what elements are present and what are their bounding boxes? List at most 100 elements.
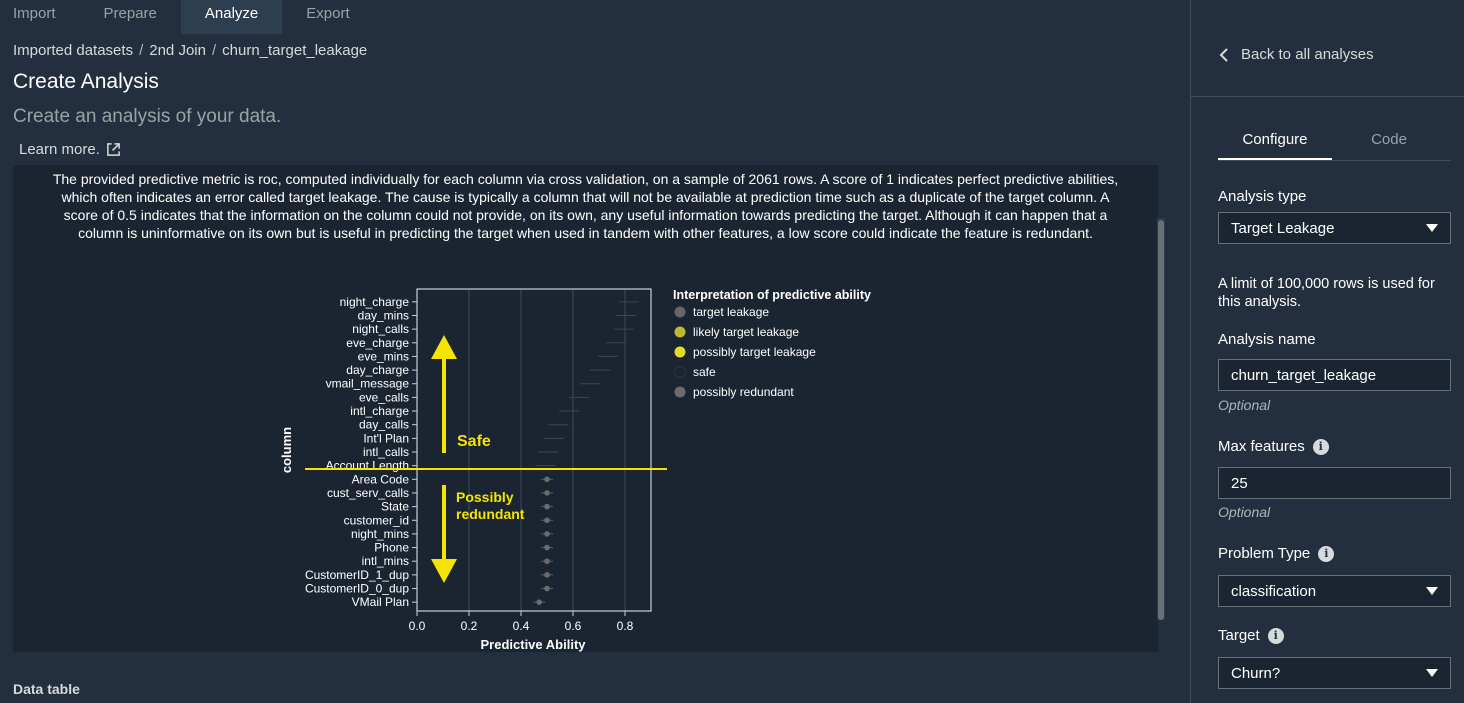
configuration-panel: Back to all analyses Configure Code Anal…: [1190, 0, 1464, 703]
tab-export[interactable]: Export: [282, 0, 373, 34]
chart-legend: target leakage likely target leakage possi…: [674, 305, 816, 399]
problem-type-label-text: Problem Type: [1218, 545, 1311, 562]
legend-label: likely target leakage: [693, 325, 799, 339]
config-tabs: Configure Code: [1218, 124, 1451, 161]
tab-configure[interactable]: Configure: [1218, 124, 1332, 160]
legend-swatch: [674, 386, 686, 398]
panel-scrollbar-thumb[interactable]: [1158, 220, 1164, 620]
back-label: Back to all analyses: [1241, 46, 1374, 63]
legend-label: target leakage: [693, 305, 769, 319]
y-tick-label: vmail_message: [326, 377, 410, 391]
y-tick-label: Account Length: [326, 459, 409, 473]
data-point-customer_id: [544, 517, 550, 524]
y-tick-label: cust_serv_calls: [327, 486, 409, 500]
target-value: Churn?: [1231, 664, 1281, 682]
x-tick-label: 0.4: [513, 619, 530, 633]
y-tick-label: Phone: [374, 541, 409, 555]
x-axis: 0.0 0.2 0.4 0.6 0.8: [409, 611, 634, 633]
redundant-annotation-line1: Possibly: [456, 489, 514, 505]
target-label: Target i: [1218, 627, 1284, 644]
page-title: Create Analysis: [13, 70, 159, 93]
breadcrumb-imported-datasets[interactable]: Imported datasets: [13, 42, 133, 59]
analysis-type-value: Target Leakage: [1231, 219, 1335, 237]
y-tick-label: night_mins: [351, 527, 409, 541]
breadcrumb-current: churn_target_leakage: [222, 42, 368, 59]
legend-swatch: [674, 346, 686, 358]
info-icon[interactable]: i: [1312, 438, 1329, 455]
breadcrumb: Imported datasets / 2nd Join / churn_tar…: [13, 42, 367, 59]
info-icon[interactable]: i: [1267, 627, 1284, 644]
analysis-name-optional: Optional: [1218, 397, 1271, 413]
page-subtitle: Create an analysis of your data.: [13, 106, 282, 127]
x-tick-label: 0.8: [617, 619, 634, 633]
problem-type-select[interactable]: classification: [1218, 575, 1451, 607]
external-link-icon: [107, 143, 120, 156]
y-tick-label: night_charge: [340, 295, 410, 309]
chevron-left-icon: [1219, 47, 1228, 62]
data-point-Area Code: [544, 476, 550, 483]
x-tick-label: 0.2: [461, 619, 478, 633]
y-axis-title: column: [279, 427, 294, 473]
tab-analyze[interactable]: Analyze: [180, 0, 283, 34]
max-features-label: Max features i: [1218, 438, 1329, 455]
redundant-annotation-line2: redundant: [456, 506, 525, 522]
caret-down-icon: [1426, 587, 1438, 595]
info-icon[interactable]: i: [1318, 545, 1335, 562]
y-tick-label: eve_mins: [358, 349, 409, 363]
legend-swatch: [674, 326, 686, 338]
data-point-CustomerID_1_dup: [544, 572, 550, 578]
data-point-State: [544, 503, 550, 510]
analysis-type-select[interactable]: Target Leakage: [1218, 212, 1451, 244]
y-tick-label: State: [381, 500, 409, 514]
y-tick-label: day_calls: [359, 418, 409, 432]
y-axis: night_chargeday_minsnight_callseve_charg…: [305, 295, 417, 609]
x-tick-label: 0.6: [565, 619, 582, 633]
y-tick-label: eve_calls: [359, 390, 409, 404]
analysis-name-label-text: Analysis name: [1218, 331, 1316, 348]
analysis-type-label: Analysis type: [1218, 188, 1306, 205]
x-axis-title: Predictive Ability: [481, 637, 587, 652]
max-features-label-text: Max features: [1218, 438, 1305, 455]
predictive-ability-chart: night_chargeday_minsnight_callseve_charg…: [279, 288, 871, 652]
y-tick-label: Area Code: [352, 472, 410, 486]
safe-annotation: Safe: [457, 433, 491, 450]
breadcrumb-2nd-join[interactable]: 2nd Join: [149, 42, 206, 59]
y-tick-label: day_charge: [346, 363, 409, 377]
y-tick-label: intl_calls: [363, 445, 409, 459]
breadcrumb-separator: /: [211, 42, 217, 59]
data-point-intl_mins: [544, 558, 550, 565]
y-tick-label: CustomerID_1_dup: [305, 568, 409, 582]
legend-swatch: [674, 366, 686, 378]
analysis-name-input[interactable]: [1218, 359, 1451, 391]
data-point-night_mins: [544, 531, 550, 537]
max-features-optional: Optional: [1218, 504, 1271, 520]
target-label-text: Target: [1218, 627, 1260, 644]
legend-title: Interpretation of predictive ability: [673, 288, 871, 302]
data-point-Phone: [544, 544, 550, 551]
data-point-CustomerID_0_dup: [544, 585, 550, 592]
y-tick-label: intl_mins: [362, 554, 409, 568]
legend-label: possibly target leakage: [693, 345, 816, 359]
y-tick-label: Int'l Plan: [363, 431, 409, 445]
back-to-analyses-link[interactable]: Back to all analyses: [1219, 46, 1374, 63]
tab-prepare[interactable]: Prepare: [80, 0, 181, 34]
redundant-arrow: [431, 485, 457, 583]
data-point-VMail Plan: [536, 599, 542, 605]
y-tick-label: day_mins: [358, 308, 409, 322]
tab-code[interactable]: Code: [1332, 124, 1446, 160]
learn-more-label: Learn more.: [19, 141, 100, 158]
y-tick-label: VMail Plan: [352, 595, 409, 609]
tab-import[interactable]: Import: [0, 0, 80, 34]
caret-down-icon: [1426, 669, 1438, 677]
y-tick-label: customer_id: [344, 513, 409, 527]
problem-type-value: classification: [1231, 582, 1317, 600]
caret-down-icon: [1426, 224, 1438, 232]
max-features-input[interactable]: [1218, 467, 1451, 499]
y-tick-label: night_calls: [352, 322, 409, 336]
learn-more-link[interactable]: Learn more.: [19, 141, 121, 158]
data-point-cust_serv_calls: [544, 490, 550, 496]
analysis-type-label-text: Analysis type: [1218, 188, 1307, 205]
y-tick-label: intl_charge: [350, 404, 409, 418]
row-limit-note: A limit of 100,000 rows is used for this…: [1218, 276, 1435, 310]
target-select[interactable]: Churn?: [1218, 657, 1451, 689]
